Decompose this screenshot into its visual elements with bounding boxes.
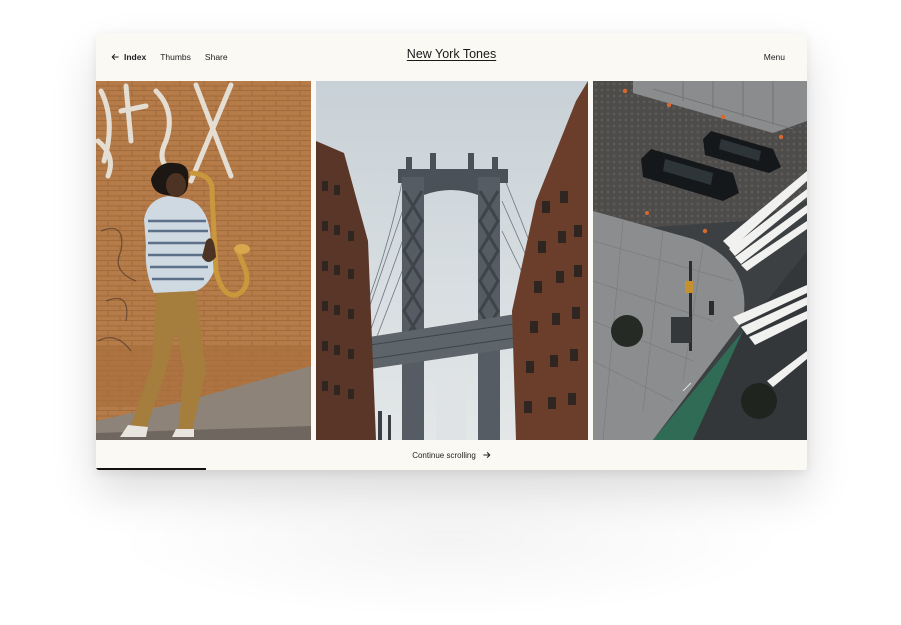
continue-scrolling-label: Continue scrolling bbox=[412, 450, 476, 460]
nav-share-label: Share bbox=[204, 52, 228, 62]
nav-index-label: Index bbox=[124, 52, 147, 62]
photo-gallery bbox=[96, 81, 807, 440]
nav-thumbs-label: Thumbs bbox=[160, 52, 191, 62]
stage: Index Thumbs Share New York Tones Menu C… bbox=[0, 0, 901, 625]
nav-share-link[interactable]: Share bbox=[205, 52, 228, 62]
continue-scrolling-link[interactable]: Continue scrolling bbox=[412, 451, 491, 460]
nav-thumbs-link[interactable]: Thumbs bbox=[160, 52, 191, 62]
page-title[interactable]: New York Tones bbox=[407, 47, 496, 61]
nav-index-link[interactable]: Index bbox=[111, 52, 146, 62]
nav-left: Index Thumbs Share bbox=[111, 52, 242, 62]
scroll-progress-fill bbox=[96, 468, 207, 470]
photo-aerial-street[interactable] bbox=[593, 81, 807, 440]
arrow-left-icon bbox=[111, 53, 119, 61]
photo-manhattan-bridge[interactable] bbox=[316, 81, 588, 440]
top-navigation-bar: Index Thumbs Share New York Tones Menu bbox=[96, 33, 807, 81]
scroll-progress-bar bbox=[96, 468, 807, 470]
menu-button[interactable]: Menu bbox=[764, 52, 785, 62]
photo-saxophone-player[interactable] bbox=[96, 81, 311, 440]
arrow-right-icon bbox=[483, 451, 491, 459]
footer-bar: Continue scrolling bbox=[96, 440, 807, 470]
browser-window: Index Thumbs Share New York Tones Menu C… bbox=[96, 33, 807, 470]
